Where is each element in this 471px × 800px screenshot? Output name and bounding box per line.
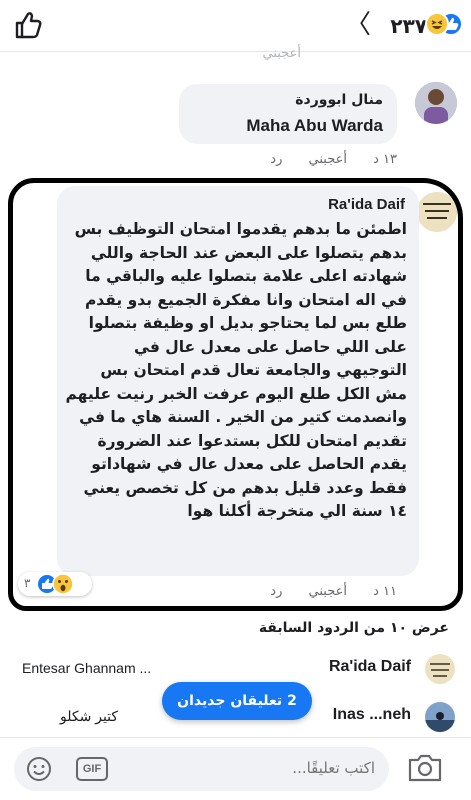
comment-bubble[interactable]: منال ابووردة Maha Abu Warda (179, 84, 397, 144)
reply-preview[interactable]: كتير شكلو (60, 708, 118, 725)
camera-icon[interactable] (407, 752, 443, 784)
avatar[interactable] (425, 702, 455, 732)
gif-button[interactable]: GIF (76, 757, 108, 781)
comment-input[interactable] (215, 759, 375, 777)
reaction-summary[interactable] (425, 12, 465, 38)
haha-reaction-icon (425, 12, 449, 36)
reaction-count[interactable]: ٢٣٧ (390, 14, 427, 38)
reply-preview[interactable]: Entesar Ghannam ... (22, 660, 151, 676)
emoji-icon[interactable] (26, 756, 52, 782)
hand-drawn-highlight-circle (8, 178, 463, 611)
comment-text: Maha Abu Warda (246, 116, 383, 135)
reply-author[interactable]: Ra'ida Daif (329, 658, 411, 676)
like-link[interactable]: أعجبني (309, 152, 347, 167)
comments-header: 〈 ٢٣٧ (0, 0, 471, 52)
previous-comment-like-label: أعجبني (262, 46, 301, 61)
comment-composer: GIF (0, 737, 471, 800)
avatar[interactable] (425, 654, 455, 684)
comment-author[interactable]: منال ابووردة (295, 92, 383, 108)
thumbs-up-outline-icon[interactable] (14, 10, 42, 40)
new-comments-button[interactable]: 2 تعليقان جديدان (162, 682, 312, 720)
reply-link[interactable]: رد (270, 152, 282, 167)
reply-author[interactable]: Inas ...neh (333, 706, 411, 724)
avatar[interactable] (415, 82, 457, 124)
view-previous-replies-link[interactable]: عرض ١٠ من الردود السابقة (259, 620, 449, 636)
comment-time: ١٣ د (373, 152, 397, 167)
comment-meta: ١٣ د أعجبني رد (248, 152, 397, 167)
comment-field[interactable]: GIF (14, 747, 389, 791)
chevron-left-icon[interactable]: 〈 (345, 12, 371, 38)
